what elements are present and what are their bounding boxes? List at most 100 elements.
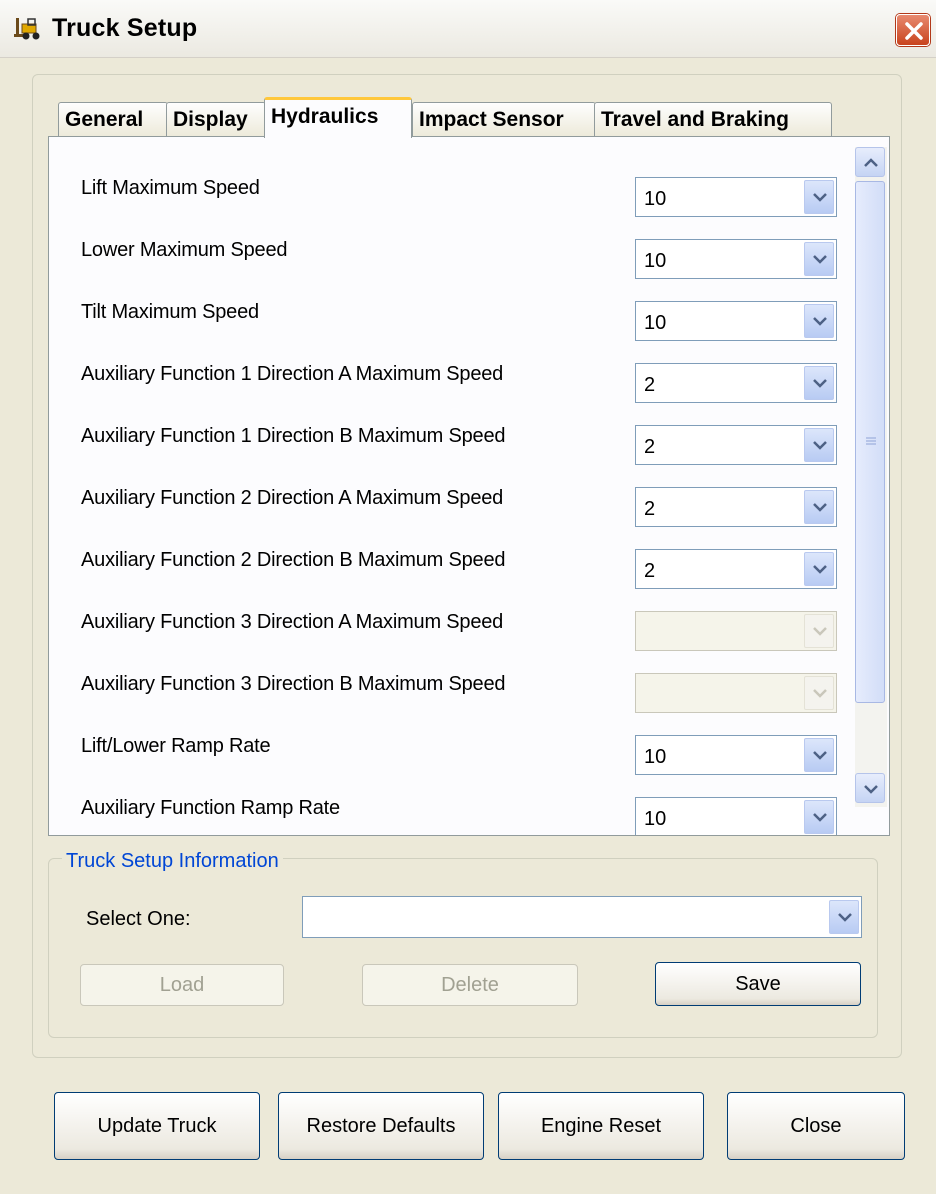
close-button[interactable]: Close (727, 1092, 905, 1160)
chevron-down-icon (813, 379, 827, 388)
setting-row: Lower Maximum Speed 10 (49, 239, 839, 297)
setting-label: Auxiliary Function Ramp Rate (81, 797, 340, 819)
chevron-down-icon (813, 317, 827, 326)
engine-reset-button[interactable]: Engine Reset (498, 1092, 704, 1160)
tab-hydraulics[interactable]: Hydraulics (264, 97, 412, 138)
setting-row: Auxiliary Function 1 Direction B Maximum… (49, 425, 839, 483)
tab-general[interactable]: General (58, 102, 168, 138)
scroll-down-button[interactable] (855, 773, 885, 803)
dropdown-value: 10 (644, 808, 667, 830)
chevron-down-icon (813, 689, 827, 698)
lift-lower-ramp-rate-dropdown[interactable]: 10 (635, 735, 837, 775)
dropdown-arrow-button[interactable] (804, 366, 834, 400)
aux2-dir-a-max-speed-dropdown[interactable]: 2 (635, 487, 837, 527)
tab-travel-and-braking[interactable]: Travel and Braking (594, 102, 832, 138)
aux2-dir-b-max-speed-dropdown[interactable]: 2 (635, 549, 837, 589)
chevron-down-icon (813, 565, 827, 574)
dropdown-arrow-button[interactable] (804, 738, 834, 772)
dropdown-value: 10 (644, 312, 667, 334)
chevron-down-icon (838, 913, 852, 922)
tab-impact-sensor[interactable]: Impact Sensor (412, 102, 596, 138)
chevron-down-icon (813, 751, 827, 760)
grip-icon (866, 437, 876, 445)
dropdown-arrow-button[interactable] (804, 552, 834, 586)
setting-label: Auxiliary Function 2 Direction B Maximum… (81, 549, 506, 571)
forklift-icon (14, 16, 46, 42)
setting-label: Auxiliary Function 3 Direction B Maximum… (81, 673, 506, 695)
dropdown-arrow-button[interactable] (829, 900, 859, 934)
dropdown-value: 2 (644, 436, 656, 458)
setting-label: Tilt Maximum Speed (81, 301, 259, 323)
aux1-dir-a-max-speed-dropdown[interactable]: 2 (635, 363, 837, 403)
dropdown-value: 2 (644, 498, 656, 520)
setting-row: Auxiliary Function 3 Direction A Maximum… (49, 611, 839, 669)
dropdown-arrow-button[interactable] (804, 180, 834, 214)
aux3-dir-a-max-speed-dropdown (635, 611, 837, 651)
button-label: Load (159, 974, 205, 996)
button-label: Restore Defaults (306, 1115, 456, 1137)
setting-row: Auxiliary Function 1 Direction A Maximum… (49, 363, 839, 421)
setting-row: Auxiliary Function 2 Direction A Maximum… (49, 487, 839, 545)
dropdown-value: 10 (644, 188, 667, 210)
dropdown-arrow-button[interactable] (804, 304, 834, 338)
button-label: Engine Reset (540, 1115, 662, 1137)
setting-label: Lift/Lower Ramp Rate (81, 735, 271, 757)
dropdown-arrow-button[interactable] (804, 242, 834, 276)
update-truck-button[interactable]: Update Truck (54, 1092, 260, 1160)
dropdown-value: 10 (644, 746, 667, 768)
dropdown-arrow-button (804, 676, 834, 710)
scroll-up-button[interactable] (855, 147, 885, 177)
button-label: Save (735, 973, 781, 995)
select-one-label: Select One: (86, 908, 191, 930)
dropdown-value: 2 (644, 374, 656, 396)
vertical-scrollbar[interactable] (855, 147, 887, 807)
dropdown-value: 2 (644, 560, 656, 582)
chevron-down-icon (813, 441, 827, 450)
button-label: Delete (441, 974, 499, 996)
truck-setup-info-group (48, 858, 878, 1038)
setting-label: Lift Maximum Speed (81, 177, 260, 199)
tilt-max-speed-dropdown[interactable]: 10 (635, 301, 837, 341)
scroll-thumb[interactable] (855, 181, 885, 703)
dropdown-value: 10 (644, 250, 667, 272)
setting-label: Auxiliary Function 3 Direction A Maximum… (81, 611, 504, 633)
button-label: Update Truck (97, 1115, 217, 1137)
setting-row: Auxiliary Function 3 Direction B Maximum… (49, 673, 839, 731)
hydraulics-panel: Lift Maximum Speed 10 Lower Maximum Spee… (48, 136, 890, 836)
dropdown-arrow-button (804, 614, 834, 648)
chevron-up-icon (864, 158, 878, 167)
chevron-down-icon (813, 193, 827, 202)
chevron-down-icon (813, 255, 827, 264)
aux3-dir-b-max-speed-dropdown (635, 673, 837, 713)
tab-display[interactable]: Display (166, 102, 266, 138)
chevron-down-icon (864, 785, 878, 794)
delete-button: Delete (362, 964, 578, 1006)
chevron-down-icon (813, 627, 827, 636)
aux1-dir-b-max-speed-dropdown[interactable]: 2 (635, 425, 837, 465)
setting-row: Lift Maximum Speed 10 (49, 177, 839, 235)
save-button[interactable]: Save (655, 962, 861, 1006)
window-title: Truck Setup (52, 14, 198, 42)
button-label: Close (790, 1115, 842, 1137)
aux-ramp-rate-dropdown[interactable]: 10 (635, 797, 837, 835)
restore-defaults-button[interactable]: Restore Defaults (278, 1092, 484, 1160)
lift-max-speed-dropdown[interactable]: 10 (635, 177, 837, 217)
dropdown-arrow-button[interactable] (804, 800, 834, 834)
chevron-down-icon (813, 813, 827, 822)
truck-setup-window: Truck Setup General Display Hydraulics I… (0, 0, 936, 1194)
setting-row: Auxiliary Function Ramp Rate 10 (49, 797, 839, 835)
lower-max-speed-dropdown[interactable]: 10 (635, 239, 837, 279)
dropdown-arrow-button[interactable] (804, 428, 834, 462)
setting-row: Tilt Maximum Speed 10 (49, 301, 839, 359)
setup-select-dropdown[interactable] (302, 896, 862, 938)
setting-row: Auxiliary Function 2 Direction B Maximum… (49, 549, 839, 607)
setting-label: Auxiliary Function 1 Direction B Maximum… (81, 425, 506, 447)
chevron-down-icon (813, 503, 827, 512)
dropdown-arrow-button[interactable] (804, 490, 834, 524)
setting-label: Lower Maximum Speed (81, 239, 288, 261)
close-window-button[interactable] (896, 14, 930, 46)
setting-row: Lift/Lower Ramp Rate 10 (49, 735, 839, 793)
setting-label: Auxiliary Function 2 Direction A Maximum… (81, 487, 504, 509)
title-bar[interactable]: Truck Setup (0, 0, 936, 58)
close-icon (905, 22, 923, 40)
